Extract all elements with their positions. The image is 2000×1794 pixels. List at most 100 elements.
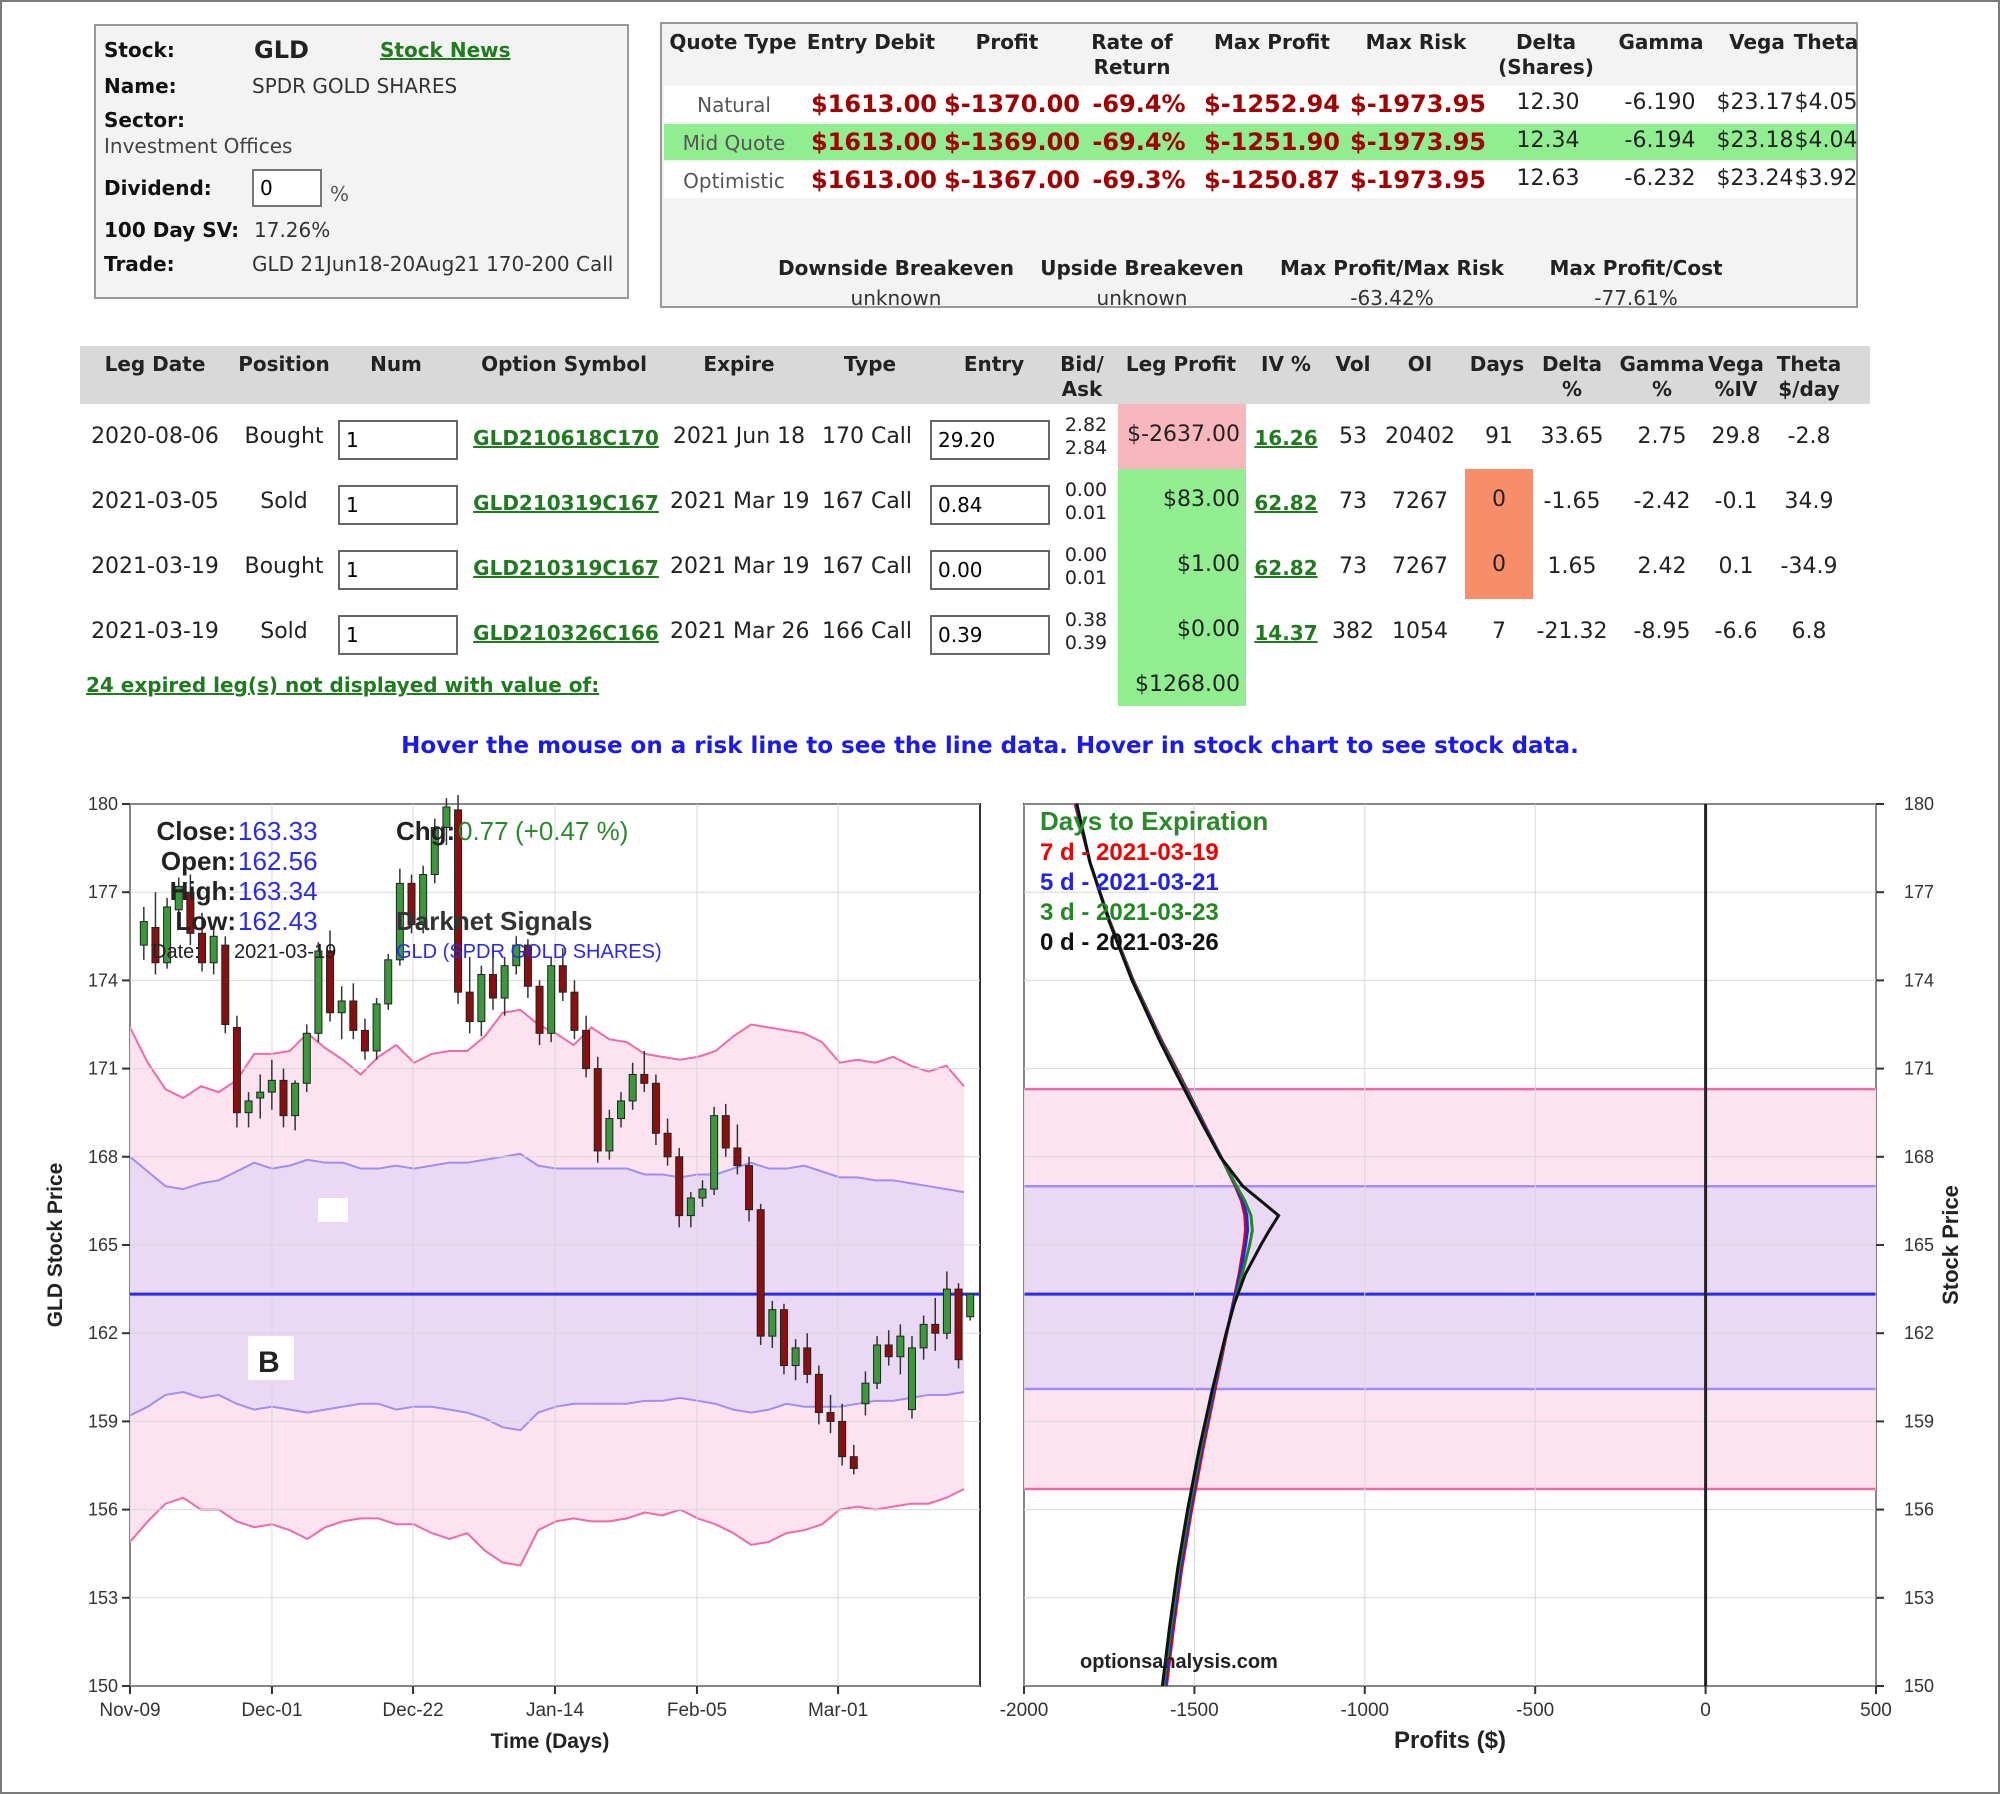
- name-label: Name:: [104, 74, 177, 98]
- legs-header-leg-profit: Leg Profit: [1125, 352, 1237, 376]
- leg-num-input[interactable]: [338, 550, 458, 590]
- profit: $-1369.00: [944, 128, 1080, 156]
- option-symbol-link[interactable]: GLD210319C167: [466, 556, 666, 580]
- leg-iv-link[interactable]: 62.82: [1246, 556, 1326, 580]
- chg-percent: (+0.47 %): [515, 816, 628, 846]
- legs-header-bidask: Bid/ Ask: [1060, 352, 1104, 401]
- candlestick: [384, 953, 393, 1010]
- candle-body: [605, 1118, 614, 1152]
- date-label: Date:: [152, 941, 200, 963]
- sector-value: Investment Offices: [104, 134, 293, 158]
- downside-breakeven-label: Downside Breakeven: [778, 256, 1014, 280]
- option-symbol-link[interactable]: GLD210326C166: [466, 621, 666, 645]
- candlestick: [593, 1056, 602, 1163]
- entry-debit: $1613.00: [810, 90, 937, 118]
- leg-theta: 6.8: [1791, 619, 1827, 644]
- leg-entry-input[interactable]: [930, 485, 1050, 525]
- x-tick-label: Jan-14: [526, 1700, 585, 1721]
- max-profit: $-1252.94: [1204, 90, 1340, 118]
- candlestick: [547, 956, 556, 1043]
- leg-delta: -21.32: [1536, 619, 1608, 644]
- leg-iv-link[interactable]: 14.37: [1246, 621, 1326, 645]
- rate-of-return: -69.3%: [1092, 166, 1186, 194]
- y-tick-label: 150: [1904, 1676, 1934, 1696]
- expired-legs-value: $1268.00: [1118, 664, 1246, 706]
- candle-body: [791, 1347, 800, 1367]
- legs-header-gamma: Gamma %: [1619, 352, 1705, 401]
- x-tick-label: -500: [1516, 1700, 1554, 1721]
- x-tick-label: -1000: [1340, 1700, 1389, 1721]
- gamma: -6.194: [1624, 128, 1696, 153]
- leg-ask: 0.01: [1064, 502, 1108, 524]
- leg-gamma: 2.42: [1637, 554, 1687, 579]
- x-tick-label: Dec-01: [241, 1700, 302, 1721]
- leg-vega: 0.1: [1718, 554, 1754, 579]
- sector-label: Sector:: [104, 108, 185, 132]
- quote-type: Natural: [697, 93, 771, 117]
- dividend-input[interactable]: [252, 169, 322, 207]
- leg-num-input[interactable]: [338, 420, 458, 460]
- legs-header-theta: Theta $/day: [1776, 352, 1842, 401]
- risk-profile-chart[interactable]: 150 153 156 159 162 165 168 171 174 177 180 -2000 -1…: [1000, 794, 1963, 1754]
- quote-type: Mid Quote: [682, 131, 786, 155]
- legs-header-symbol: Option Symbol: [481, 352, 647, 376]
- leg-days: 0: [1465, 469, 1533, 534]
- candle-body: [360, 1029, 369, 1052]
- legs-header-delta: Delta %: [1541, 352, 1603, 401]
- y-tick-label: 162: [1904, 1323, 1934, 1343]
- quote-header-delta: Delta (Shares): [1498, 30, 1594, 79]
- candle-body: [232, 1026, 241, 1114]
- leg-entry-input[interactable]: [930, 550, 1050, 590]
- entry-debit: $1613.00: [810, 166, 937, 194]
- trade-row: Trade: GLD 21Jun18-20Aug21 170-200 Call: [104, 252, 613, 276]
- candle-body: [884, 1344, 893, 1358]
- sv-label: 100 Day SV:: [104, 218, 240, 242]
- y-tick-label: 153: [88, 1588, 118, 1608]
- buy-marker: B: [258, 1346, 280, 1379]
- y-tick-label: 165: [88, 1235, 118, 1255]
- candle-body: [139, 921, 148, 946]
- maxprofit-maxrisk-value: -63.42%: [1350, 286, 1434, 310]
- legend-item: 7 d - 2021-03-19: [1040, 839, 1219, 866]
- candle-body: [651, 1082, 660, 1134]
- expired-legs-link[interactable]: 24 expired leg(s) not displayed with val…: [86, 673, 599, 697]
- name-row: Name: SPDR GOLD SHARES: [104, 74, 457, 98]
- leg-num-input[interactable]: [338, 615, 458, 655]
- leg-type: 170 Call: [821, 424, 913, 449]
- chg-value: 0.77: [458, 816, 509, 846]
- candle-body: [291, 1082, 300, 1117]
- option-symbol-link[interactable]: GLD210319C167: [466, 491, 666, 515]
- option-symbol-link[interactable]: GLD210618C170: [466, 426, 666, 450]
- y-tick-label: 159: [1904, 1411, 1934, 1431]
- leg-iv-link[interactable]: 16.26: [1246, 426, 1326, 450]
- high-label: High:: [170, 876, 236, 906]
- leg-num-input[interactable]: [338, 485, 458, 525]
- leg-iv-link[interactable]: 62.82: [1246, 491, 1326, 515]
- leg-bid-ask: 0.38 0.39: [1054, 609, 1118, 655]
- leg-vega: -0.1: [1714, 489, 1758, 514]
- high-value: 163.34: [238, 876, 318, 906]
- stock-price-chart[interactable]: 150 153 156 159 162 165 168 171 174 177 180 Nov-09 D…: [44, 794, 981, 1753]
- leg-expire: 2021 Jun 18: [672, 424, 806, 449]
- stock-news-link[interactable]: Stock News: [380, 38, 511, 62]
- sv-value: 17.26%: [254, 218, 331, 242]
- candle-body: [314, 950, 323, 1034]
- stock-chart-bands: [129, 1008, 965, 1567]
- chart-subtitle: GLD (SPDR GOLD SHARES): [396, 941, 662, 963]
- leg-ask: 0.01: [1064, 567, 1108, 589]
- candle-body: [826, 1412, 835, 1422]
- candlestick: [907, 1336, 916, 1419]
- theta: $4.04: [1794, 128, 1858, 153]
- inner-volatility-band: [130, 1153, 964, 1431]
- candle-body: [745, 1165, 754, 1211]
- x-tick-label: -2000: [1000, 1700, 1049, 1721]
- leg-date: 2021-03-05: [91, 489, 219, 514]
- candle-body: [966, 1293, 975, 1318]
- upside-breakeven-value: unknown: [1096, 286, 1188, 310]
- vega: $23.18: [1716, 128, 1794, 153]
- candle-body: [558, 965, 567, 993]
- leg-entry-input[interactable]: [930, 615, 1050, 655]
- candle-body: [267, 1079, 276, 1093]
- candle-body: [733, 1147, 742, 1167]
- leg-entry-input[interactable]: [930, 420, 1050, 460]
